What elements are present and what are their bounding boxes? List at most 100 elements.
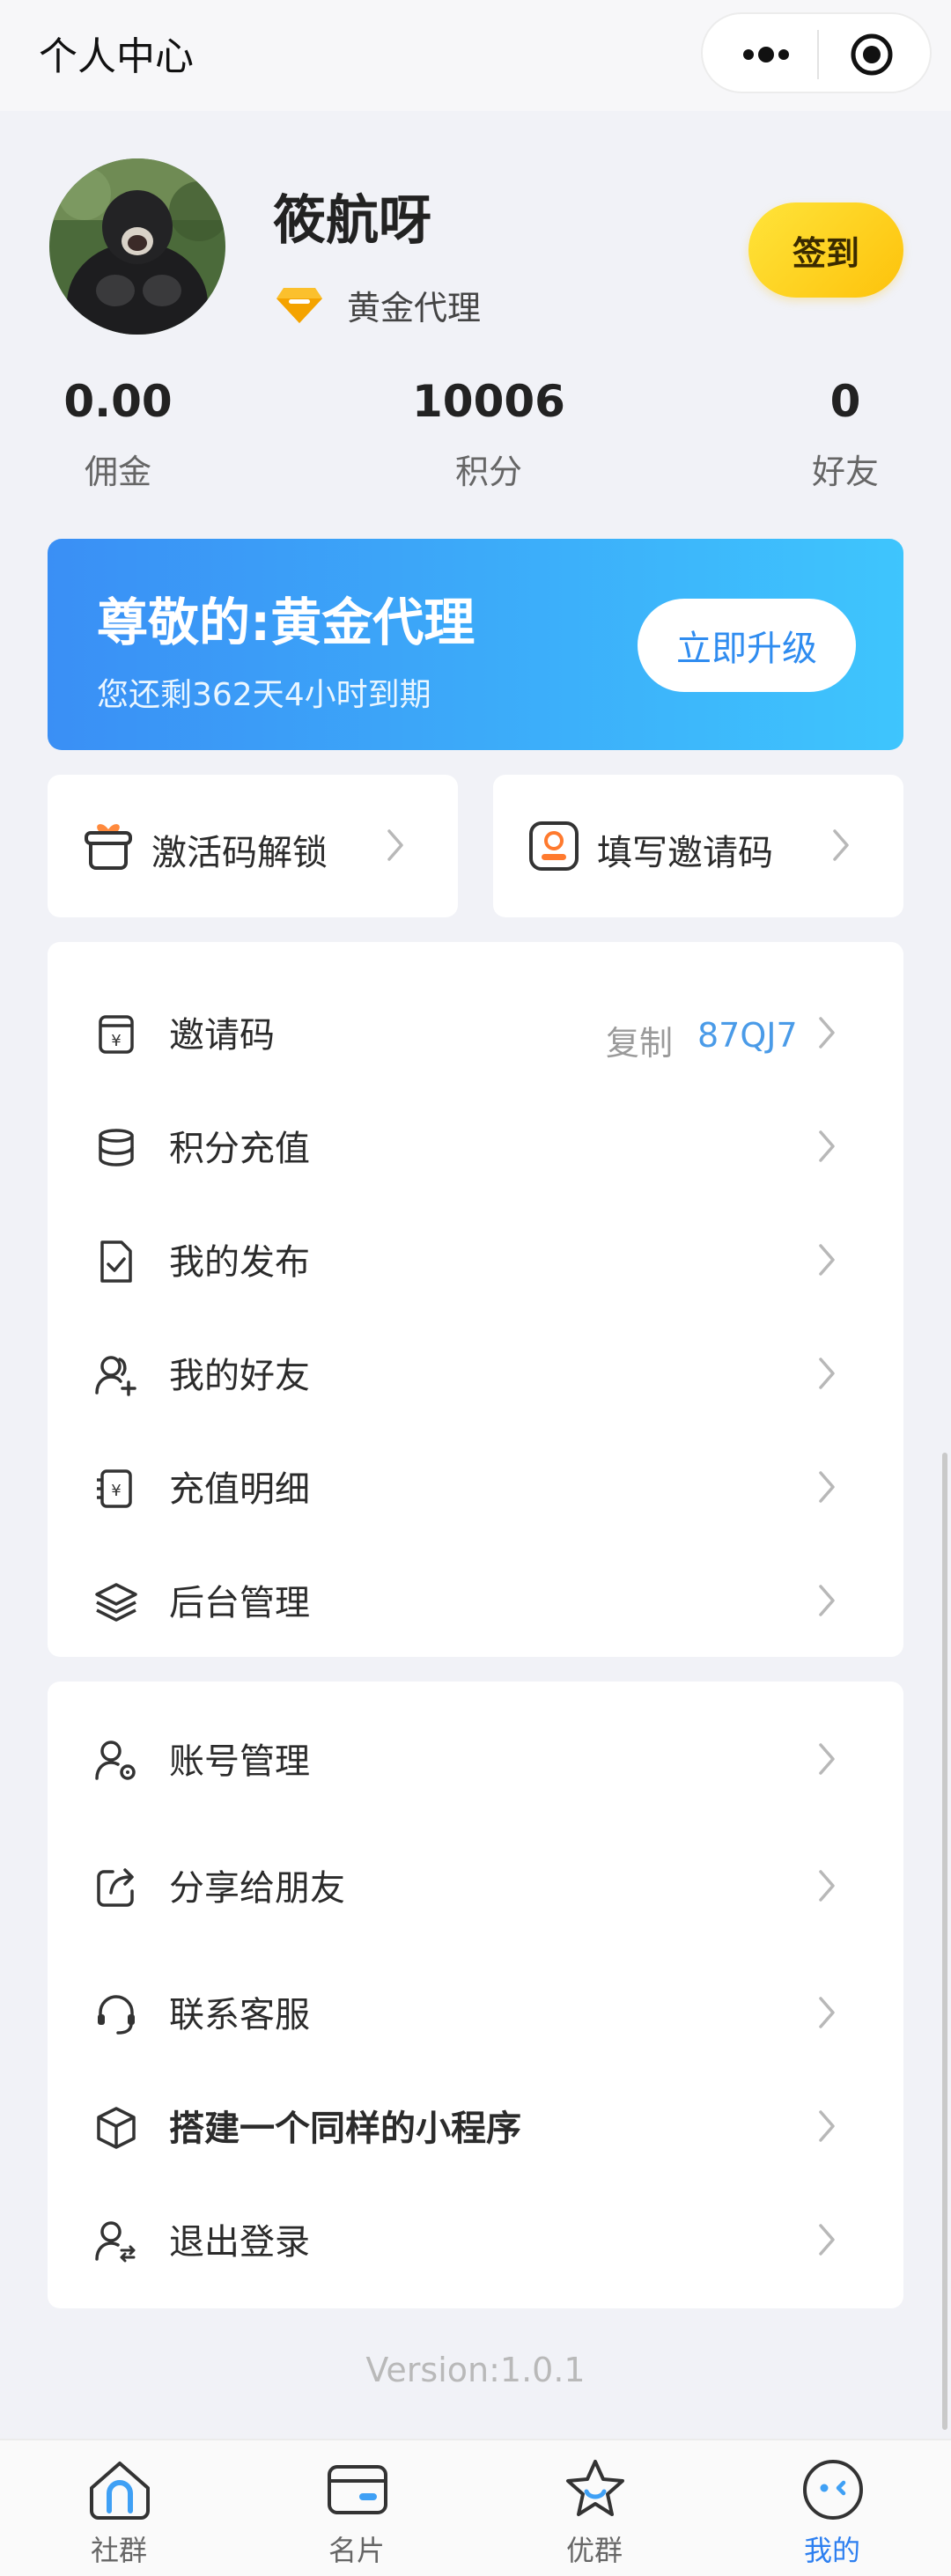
menu-item-logout[interactable]: 退出登录	[48, 2193, 903, 2290]
upgrade-button[interactable]: 立即升级	[638, 599, 856, 692]
chevron-right-icon	[819, 1743, 835, 1775]
menu-item-invite-code[interactable]: ¥ 邀请码 复制 87QJ7	[48, 986, 903, 1083]
menu-label: 我的发布	[169, 1242, 310, 1283]
cube-icon	[97, 2107, 136, 2149]
document-check-icon	[100, 1240, 132, 1283]
quick-action-label: 激活码解锁	[151, 833, 328, 873]
profile-section: 筱航呀 黄金代理 签到 0.00 佣金 10006 积分 0 好友	[0, 111, 951, 534]
community-icon	[90, 2462, 150, 2520]
invite-code-value: 87QJ7	[697, 1016, 798, 1055]
vip-title: 尊敬的:黄金代理	[97, 592, 476, 652]
invite-code-icon: ¥	[99, 1015, 134, 1054]
menu-item-points-recharge[interactable]: 积分充值	[48, 1100, 903, 1196]
tab-mine[interactable]: 我的	[713, 2440, 951, 2576]
version-label: Version:1.0.1	[365, 2351, 586, 2389]
tab-bar: 社群 名片 优群 我的	[0, 2439, 951, 2576]
menu-label: 分享给朋友	[169, 1868, 345, 1909]
menu-card-primary: ¥ 邀请码 复制 87QJ7 积分充值 我的发布 我的好友 ¥ 充值明细 后台管…	[48, 942, 903, 1657]
tab-label: 社群	[90, 2534, 147, 2567]
menu-label: 积分充值	[169, 1129, 310, 1169]
recharge-detail-icon: ¥	[97, 1469, 132, 1508]
quick-action-label: 填写邀请码	[597, 833, 773, 873]
star-icon	[566, 2460, 624, 2516]
chevron-right-icon	[819, 2110, 835, 2142]
headset-icon	[98, 1995, 135, 2035]
stat-label: 好友	[811, 453, 879, 491]
chevron-right-icon	[819, 1870, 835, 1902]
menu-item-share[interactable]: 分享给朋友	[48, 1839, 903, 1936]
menu-label: 退出登录	[169, 2222, 310, 2263]
coins-icon	[99, 1129, 134, 1167]
menu-item-recharge-details[interactable]: ¥ 充值明细	[48, 1440, 903, 1537]
chevron-right-icon	[819, 1997, 835, 2028]
menu-item-customer-service[interactable]: 联系客服	[48, 1966, 903, 2063]
user-add-icon	[95, 1356, 136, 1396]
capsule-divider	[817, 30, 819, 79]
invite-badge-icon	[529, 821, 579, 871]
stat-value: 0.00	[63, 376, 173, 427]
tab-community[interactable]: 社群	[0, 2440, 238, 2576]
stat-value: 10006	[412, 376, 565, 427]
menu-label: 账号管理	[169, 1741, 310, 1782]
username: 筱航呀	[273, 190, 431, 252]
more-icon[interactable]	[731, 33, 801, 76]
chevron-right-icon	[819, 1017, 835, 1049]
stat-points[interactable]: 10006 积分	[401, 375, 577, 491]
diamond-icon	[276, 288, 322, 323]
gift-icon	[85, 824, 132, 870]
stat-label: 积分	[454, 453, 522, 491]
stat-commission[interactable]: 0.00 佣金	[48, 375, 188, 491]
card-icon	[328, 2465, 387, 2514]
profile-face-icon	[803, 2460, 863, 2520]
user-settings-icon	[95, 1741, 136, 1780]
avatar[interactable]	[49, 158, 225, 335]
nav-header: 个人中心	[0, 0, 951, 111]
vip-expiry: 您还剩362天4小时到期	[97, 677, 431, 713]
chevron-right-icon	[819, 2224, 835, 2256]
menu-item-build-miniprogram[interactable]: 搭建一个同样的小程序	[48, 2079, 903, 2176]
share-icon	[97, 1868, 134, 1907]
close-miniprogram-icon[interactable]	[844, 26, 900, 83]
chevron-right-icon	[819, 1471, 835, 1503]
chevron-right-icon	[819, 1244, 835, 1276]
miniprogram-capsule	[701, 12, 932, 93]
chevron-right-icon	[819, 1585, 835, 1616]
vip-card: 尊敬的:黄金代理 您还剩362天4小时到期 立即升级	[48, 539, 903, 750]
menu-item-admin[interactable]: 后台管理	[48, 1554, 903, 1651]
signin-button[interactable]: 签到	[748, 202, 903, 298]
scrollbar[interactable]	[942, 1453, 947, 2430]
menu-item-my-posts[interactable]: 我的发布	[48, 1213, 903, 1310]
menu-label: 搭建一个同样的小程序	[169, 2109, 521, 2149]
stat-friends[interactable]: 0 好友	[792, 375, 898, 491]
level-label: 黄金代理	[347, 288, 482, 328]
avatar-image	[49, 158, 225, 335]
chevron-right-icon	[819, 1358, 835, 1389]
tab-label: 我的	[803, 2534, 860, 2567]
svg-text:¥: ¥	[111, 1482, 121, 1500]
activation-code-button[interactable]: 激活码解锁	[48, 775, 458, 917]
menu-label: 充值明细	[169, 1469, 310, 1510]
copy-button[interactable]: 复制	[606, 1016, 673, 1064]
layers-icon	[95, 1583, 137, 1622]
menu-item-my-friends[interactable]: 我的好友	[48, 1327, 903, 1424]
svg-text:¥: ¥	[111, 1032, 121, 1050]
menu-label: 邀请码	[169, 1015, 275, 1056]
menu-label: 我的好友	[169, 1356, 310, 1396]
chevron-right-icon	[819, 1130, 835, 1162]
fill-invite-code-button[interactable]: 填写邀请码	[493, 775, 903, 917]
chevron-right-icon	[387, 829, 403, 861]
stat-value: 0	[829, 376, 861, 427]
tab-card[interactable]: 名片	[238, 2440, 476, 2576]
menu-item-account[interactable]: 账号管理	[48, 1712, 903, 1809]
level-badge: 黄金代理	[275, 278, 481, 331]
stat-label: 佣金	[84, 453, 151, 491]
page-title: 个人中心	[39, 34, 194, 79]
user-logout-icon	[95, 2221, 136, 2263]
tab-label: 优群	[565, 2534, 623, 2567]
menu-label: 后台管理	[169, 1583, 310, 1623]
tab-label: 名片	[328, 2534, 385, 2567]
menu-label: 联系客服	[169, 1995, 310, 2035]
menu-card-secondary: 账号管理 分享给朋友 联系客服 搭建一个同样的小程序 退出登录	[48, 1682, 903, 2308]
tab-featured-groups[interactable]: 优群	[476, 2440, 713, 2576]
chevron-right-icon	[833, 829, 849, 861]
